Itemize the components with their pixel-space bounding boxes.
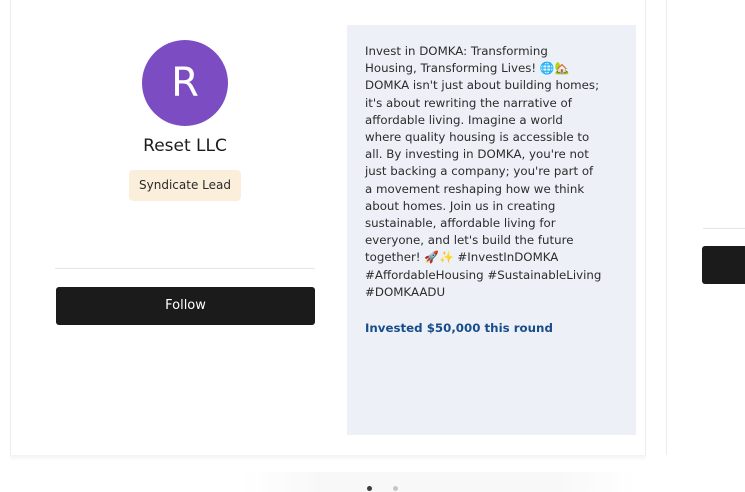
investment-pitch-text: Invest in DOMKA: Transforming Housing, T… (365, 44, 602, 299)
divider (55, 268, 315, 269)
follow-button[interactable]: Follow (56, 287, 315, 325)
investor-card: R Reset LLC Syndicate Lead Follow Invest… (10, 0, 646, 455)
follow-button[interactable] (702, 246, 745, 284)
investor-carousel: R Reset LLC Syndicate Lead Follow Invest… (0, 0, 745, 492)
avatar: R (142, 40, 228, 126)
carousel-dot-1[interactable] (367, 486, 372, 491)
invested-amount: Invested $50,000 this round (365, 321, 553, 335)
role-badge: Syndicate Lead (129, 170, 241, 201)
card-shadow (10, 455, 646, 461)
divider (703, 228, 745, 229)
investor-name[interactable]: Reset LLC (55, 136, 315, 156)
investment-note-panel: Invest in DOMKA: Transforming Housing, T… (347, 25, 636, 435)
next-investor-card[interactable] (666, 0, 745, 455)
carousel-indicator-bar (242, 472, 637, 492)
carousel-dot-2[interactable] (393, 486, 398, 491)
